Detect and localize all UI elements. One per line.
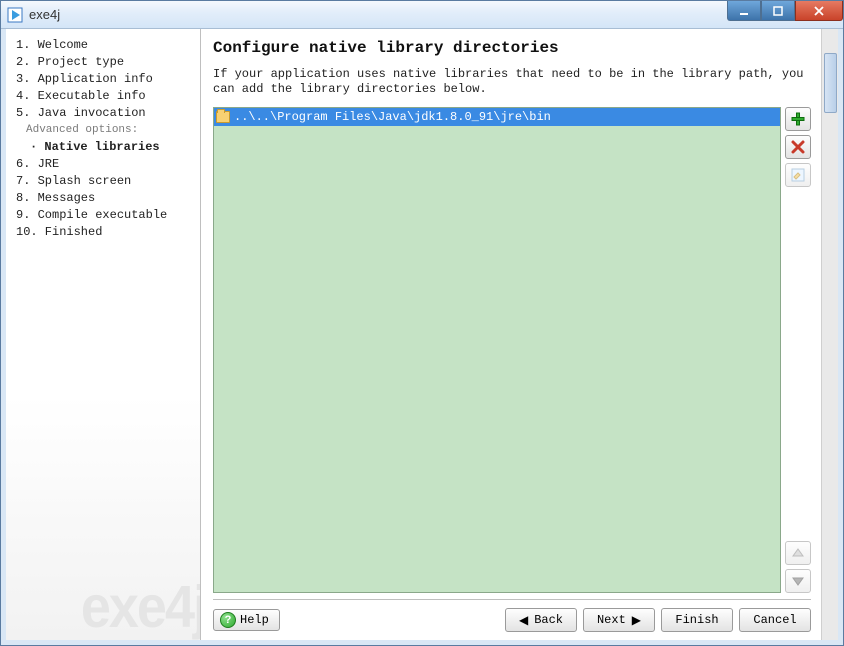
chevron-up-icon [791,546,805,560]
step-welcome[interactable]: 1. Welcome [6,37,200,54]
move-down-button[interactable] [785,569,811,593]
directory-list-area: ..\..\Program Files\Java\jdk1.8.0_91\jre… [213,107,811,593]
delete-icon [790,139,806,155]
move-up-button[interactable] [785,541,811,565]
step-compile-executable[interactable]: 9. Compile executable [6,207,200,224]
help-label: Help [240,613,269,627]
close-button[interactable] [795,1,843,21]
step-java-invocation[interactable]: 5. Java invocation [6,105,200,122]
window-scrollbar[interactable] [821,29,838,640]
scrollbar-thumb[interactable] [824,53,837,113]
directory-list[interactable]: ..\..\Program Files\Java\jdk1.8.0_91\jre… [213,107,781,593]
watermark: exe4j [81,573,201,640]
directory-path: ..\..\Program Files\Java\jdk1.8.0_91\jre… [234,110,551,124]
next-button[interactable]: Next ▶ [583,608,655,632]
app-icon [7,7,23,23]
nav-buttons: ◀ Back Next ▶ Finish Cancel [505,608,811,632]
window-body: 1. Welcome 2. Project type 3. Applicatio… [1,29,843,645]
next-label: Next [597,613,626,627]
arrow-right-icon: ▶ [632,613,641,627]
back-button[interactable]: ◀ Back [505,608,577,632]
minimize-button[interactable] [727,1,761,21]
chevron-down-icon [791,574,805,588]
wizard-steps-list: 1. Welcome 2. Project type 3. Applicatio… [6,37,200,241]
maximize-button[interactable] [761,1,795,21]
add-button[interactable] [785,107,811,131]
help-icon: ? [220,612,236,628]
remove-button[interactable] [785,135,811,159]
folder-icon [216,111,230,123]
finish-label: Finish [675,613,718,627]
window-controls [727,1,843,21]
cancel-button[interactable]: Cancel [739,608,811,632]
finish-button[interactable]: Finish [661,608,733,632]
back-label: Back [534,613,563,627]
step-executable-info[interactable]: 4. Executable info [6,88,200,105]
plus-icon [790,111,806,127]
bottom-bar: ? Help ◀ Back Next ▶ Finish [213,599,811,632]
step-messages[interactable]: 8. Messages [6,190,200,207]
wizard-sidebar: 1. Welcome 2. Project type 3. Applicatio… [6,29,201,640]
advanced-options-header: Advanced options: [6,122,200,139]
app-window: exe4j 1. Welcome 2. Project type 3. Appl… [0,0,844,646]
title-bar[interactable]: exe4j [1,1,843,29]
step-native-libraries[interactable]: · Native libraries [6,139,200,156]
page-title: Configure native library directories [213,39,811,57]
step-splash-screen[interactable]: 7. Splash screen [6,173,200,190]
edit-button[interactable] [785,163,811,187]
step-jre[interactable]: 6. JRE [6,156,200,173]
step-finished[interactable]: 10. Finished [6,224,200,241]
step-project-type[interactable]: 2. Project type [6,54,200,71]
edit-icon [790,167,806,183]
main-panel: Configure native library directories If … [201,29,821,640]
window-title: exe4j [29,7,60,22]
step-application-info[interactable]: 3. Application info [6,71,200,88]
cancel-label: Cancel [753,613,796,627]
help-button[interactable]: ? Help [213,609,280,631]
arrow-left-icon: ◀ [519,613,528,627]
directory-row[interactable]: ..\..\Program Files\Java\jdk1.8.0_91\jre… [214,108,780,126]
list-side-buttons [785,107,811,593]
page-description: If your application uses native librarie… [213,67,811,97]
